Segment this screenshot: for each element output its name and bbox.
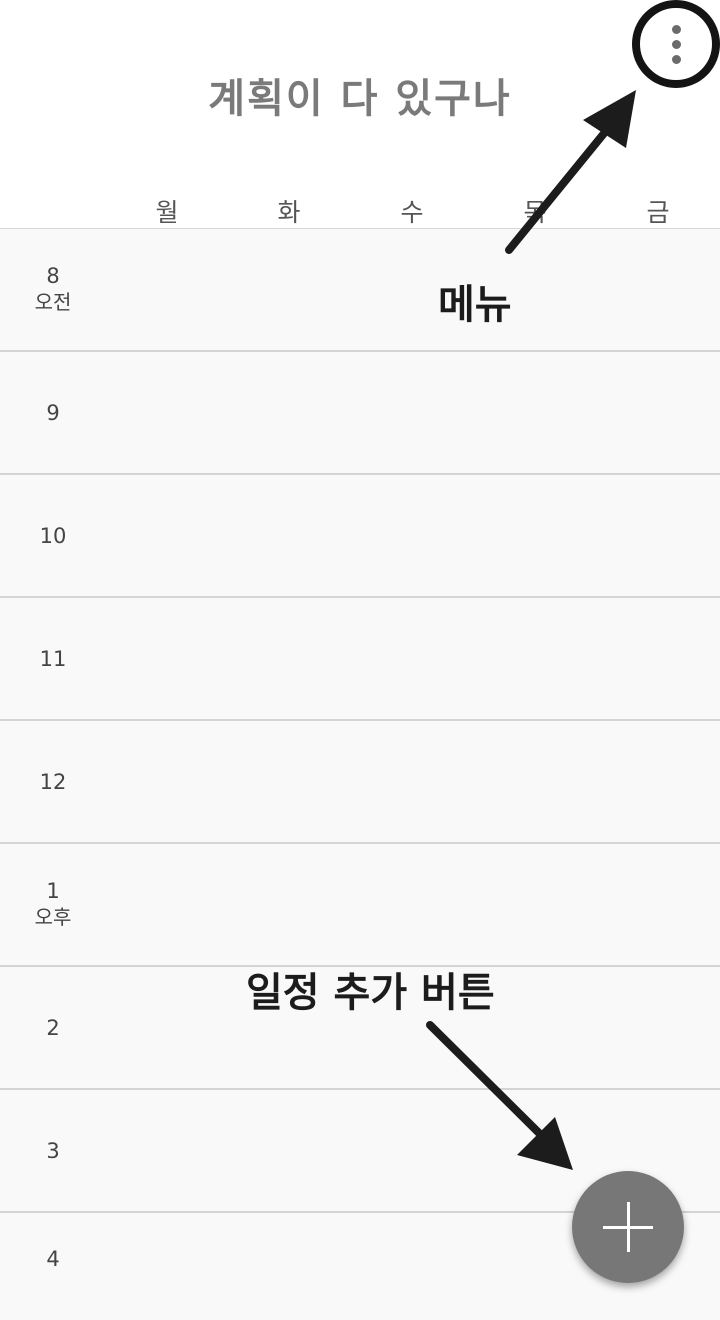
menu-dot (671, 54, 681, 64)
add-button-annotation: 일정 추가 버튼 (246, 970, 495, 1016)
hour-number: 12 (39, 770, 67, 794)
hour-label: 3 (22, 1138, 84, 1164)
hour-label: 4 (22, 1246, 84, 1272)
hour-row[interactable]: 9 (0, 352, 720, 475)
hour-number: 10 (39, 524, 67, 548)
timetable[interactable]: 8 오전 9 10 11 12 1 오후 2 3 4 (0, 229, 720, 1320)
hour-label: 12 (22, 769, 84, 795)
hour-number: 2 (46, 1016, 60, 1040)
hour-number: 9 (46, 401, 60, 425)
hour-label: 2 (22, 1015, 84, 1041)
hour-row[interactable]: 1 오후 (0, 844, 720, 967)
hour-number: 11 (39, 647, 67, 671)
weekday-thu: 목 (523, 198, 547, 227)
hour-row[interactable]: 8 오전 (0, 229, 720, 352)
weekday-wed: 수 (400, 198, 424, 227)
meridiem-label: 오전 (34, 290, 72, 314)
hour-number: 4 (46, 1247, 60, 1271)
hour-number: 1 (46, 879, 60, 903)
weekday-mon: 월 (155, 198, 179, 227)
hour-row[interactable]: 10 (0, 475, 720, 598)
hour-row[interactable]: 12 (0, 721, 720, 844)
plus-icon-vertical (626, 1202, 630, 1252)
hour-label: 1 오후 (22, 878, 84, 930)
hour-label: 11 (22, 646, 84, 672)
hour-number: 8 (46, 264, 60, 288)
hour-label: 9 (22, 400, 84, 426)
weekday-header: 월 화 수 목 금 (0, 185, 720, 229)
menu-annotation: 메뉴 (438, 282, 512, 328)
hour-label: 8 오전 (22, 263, 84, 315)
meridiem-label: 오후 (34, 905, 72, 929)
weekday-fri: 금 (646, 198, 670, 227)
menu-dot (671, 39, 681, 49)
more-vert-icon[interactable] (632, 0, 720, 88)
add-schedule-button[interactable] (572, 1171, 684, 1283)
weekday-tue: 화 (277, 198, 301, 227)
hour-label: 10 (22, 523, 84, 549)
menu-dot (671, 24, 681, 34)
app-title: 계획이 다 있구나 (208, 76, 512, 122)
app-header: 계획이 다 있구나 (0, 0, 720, 185)
hour-number: 3 (46, 1139, 60, 1163)
hour-row[interactable]: 11 (0, 598, 720, 721)
